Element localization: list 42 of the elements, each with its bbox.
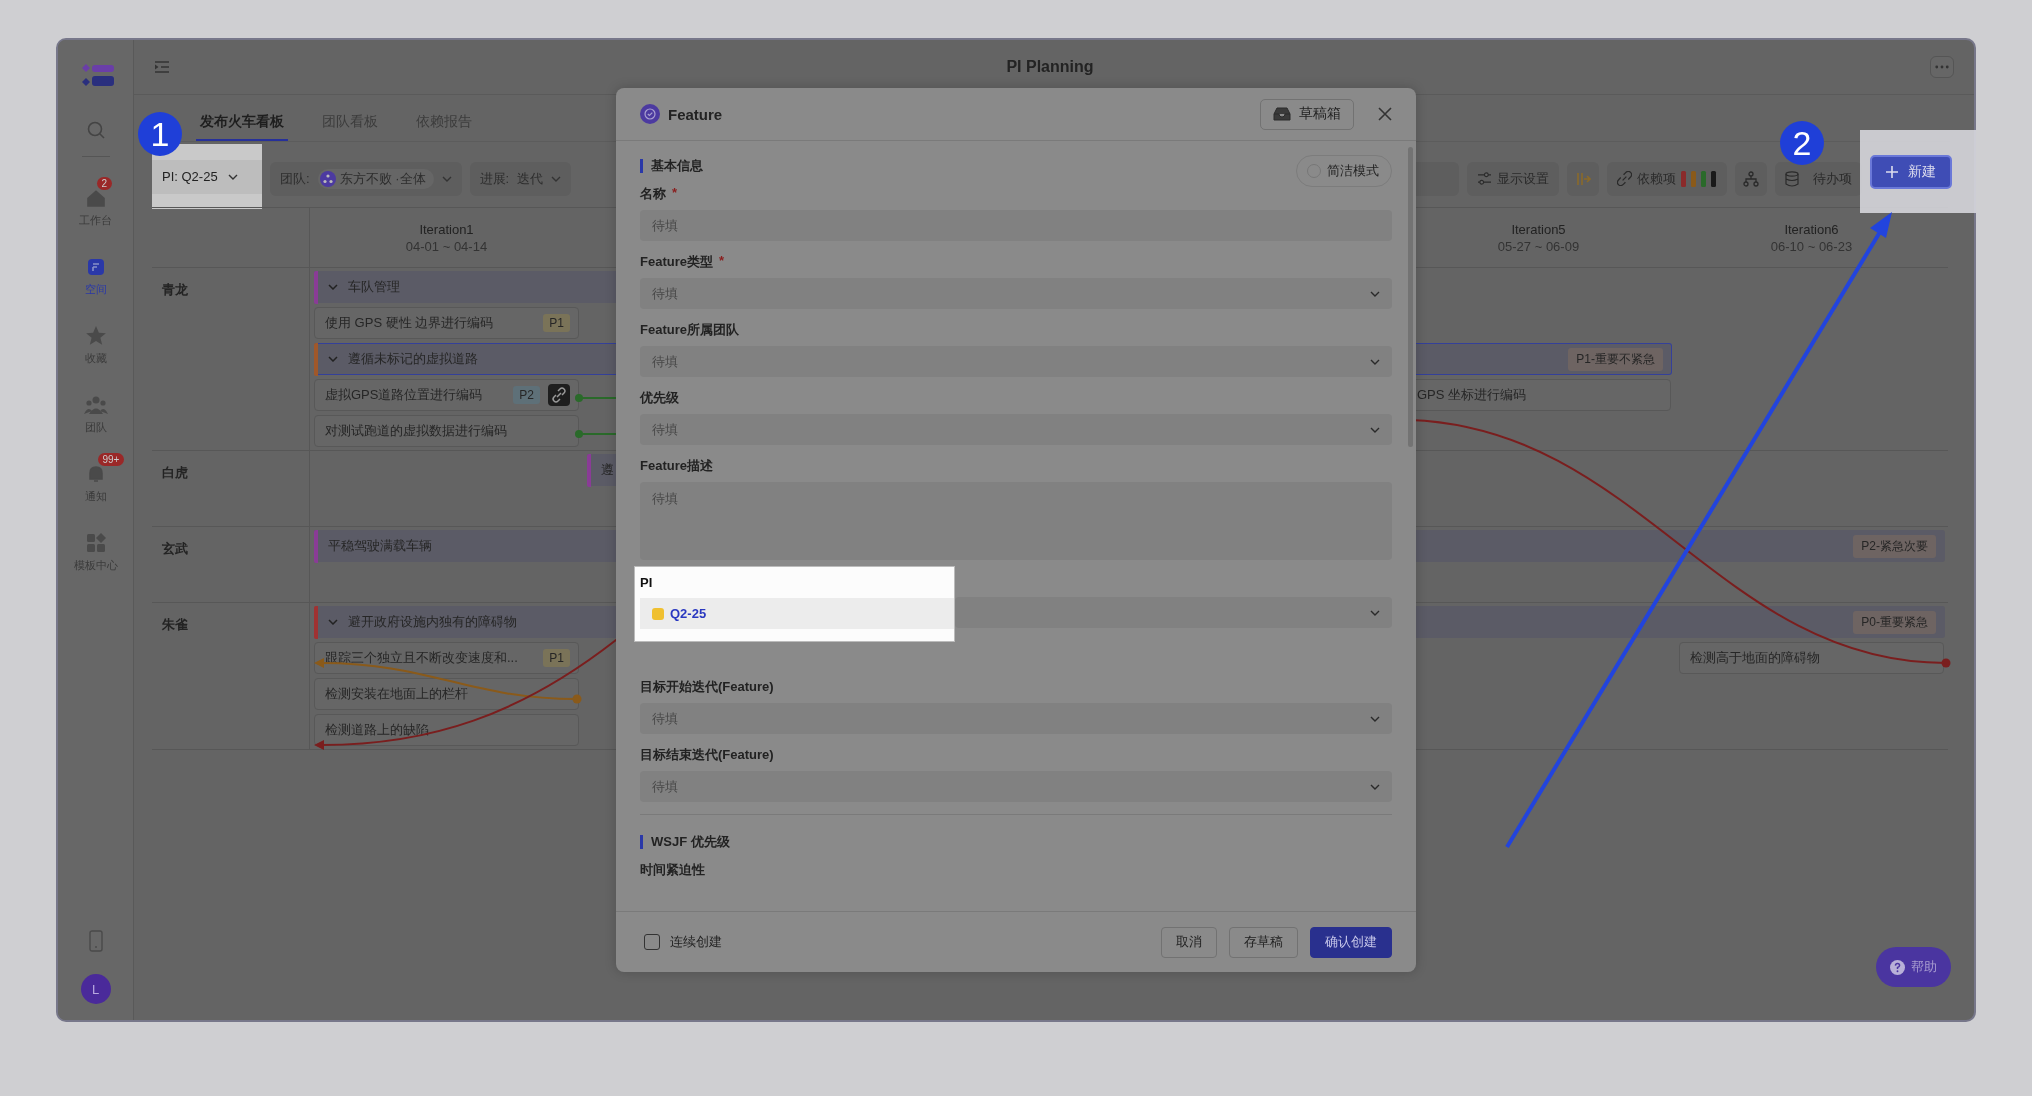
story-title: 虚拟GPS道路位置进行编码 [325, 386, 484, 404]
team-name: 玄武 [161, 540, 189, 558]
field-label: Feature所属团队 [640, 321, 739, 339]
field-label: PI [640, 575, 654, 592]
field-label: 优先级 [640, 389, 679, 407]
field-label: 目标开始迭代(Feature) [640, 678, 774, 696]
field-label: 名称 [640, 185, 666, 203]
feature-title: 避开政府设施内独有的障碍物 [347, 613, 517, 631]
story-title: 检测高于地面的障碍物 [1690, 649, 1821, 667]
story-title: 对测试跑道的虚拟数据进行编码 [325, 422, 508, 440]
field-label: Feature类型 [640, 253, 713, 271]
team-name: 朱雀 [161, 616, 189, 634]
iteration-name: Iteration1 [419, 221, 474, 237]
required-mark: * [718, 253, 725, 270]
dialog-title: Feature [668, 105, 723, 123]
section-title: 基本信息 [640, 159, 703, 173]
feature-title: 遵循未标记的虚拟道路 [347, 350, 478, 368]
priority-tag: P2 [513, 386, 540, 404]
section-title: WSJF 优先级 [640, 835, 730, 849]
team-name: 白虎 [161, 464, 189, 482]
priority-tag: P1 [543, 649, 570, 667]
iteration-name: Iteration6 [1784, 221, 1839, 237]
story-title: 检测安装在地面上的栏杆 [325, 685, 469, 703]
required-mark: * [672, 185, 678, 202]
priority-tag: P1-重要不紧急 [1568, 347, 1663, 371]
priority-tag: P1 [543, 314, 570, 332]
checkbox-label: 连续创建 [670, 933, 722, 951]
priority-tag: P0-重要紧急 [1853, 610, 1936, 634]
iteration-name: Iteration5 [1511, 221, 1566, 237]
window-title: PI Planning [1006, 58, 1094, 76]
story-title: GPS 坐标进行编码 [1417, 386, 1528, 404]
team-name: 青龙 [161, 281, 189, 299]
count-badge: 99+ [97, 453, 125, 466]
priority-tag: P2-紧急次要 [1853, 534, 1936, 558]
field-label: 时间紧迫性 [640, 861, 706, 879]
count-badge: 2 [96, 177, 113, 190]
field-label: Feature描述 [640, 457, 713, 475]
feature-title: 遵 [600, 461, 614, 479]
story-title: 使用 GPS 硬性 边界进行编码 [325, 314, 495, 332]
feature-title: 平稳驾驶满载车辆 [327, 537, 432, 555]
feature-title: 车队管理 [347, 278, 400, 296]
field-label: 目标结束迭代(Feature) [640, 746, 774, 764]
